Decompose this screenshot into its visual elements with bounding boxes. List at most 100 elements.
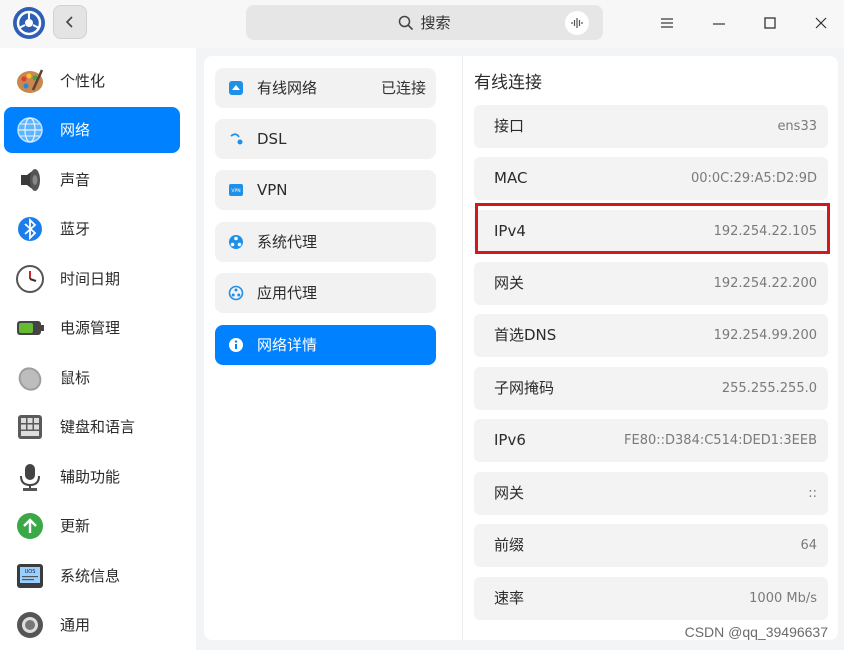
detail-row-netmask: 子网掩码 255.255.255.0 xyxy=(474,367,828,410)
sidebar-item-accessibility[interactable]: 辅助功能 xyxy=(4,454,180,500)
sidebar-item-label: 网络 xyxy=(60,121,91,139)
detail-label: 网关 xyxy=(494,274,525,292)
app-proxy-icon xyxy=(227,284,245,302)
maximize-icon xyxy=(764,17,776,29)
speaker-icon xyxy=(14,164,46,196)
sidebar-item-label: 时间日期 xyxy=(60,270,121,288)
svg-text:UOS: UOS xyxy=(25,569,36,575)
network-item-label: 系统代理 xyxy=(257,233,318,251)
detail-row-ipv4: IPv4 192.254.22.105 xyxy=(474,210,828,253)
close-button[interactable] xyxy=(806,8,836,38)
network-item-label: VPN xyxy=(257,181,288,199)
sidebar-item-label: 通用 xyxy=(60,616,91,634)
detail-value: ens33 xyxy=(777,119,817,134)
menu-icon xyxy=(661,18,673,28)
sidebar-item-sound[interactable]: 声音 xyxy=(4,157,180,203)
sidebar-item-general[interactable]: 通用 xyxy=(4,602,180,648)
detail-value: 192.254.22.105 xyxy=(713,224,817,239)
title-bar: 搜索 xyxy=(0,0,844,48)
detail-row-speed: 速率 1000 Mb/s xyxy=(474,577,828,620)
detail-row-ipv6-gateway: 网关 :: xyxy=(474,472,828,515)
panel-divider xyxy=(462,56,463,640)
detail-row-mac: MAC 00:0C:29:A5:D2:9D xyxy=(474,157,828,200)
sidebar-item-personalization[interactable]: 个性化 xyxy=(4,58,180,104)
system-proxy-icon xyxy=(227,233,245,251)
detail-value: :: xyxy=(808,486,817,501)
sidebar-item-keyboard[interactable]: 键盘和语言 xyxy=(4,404,180,450)
general-circle-icon xyxy=(14,609,46,641)
clock-icon xyxy=(14,263,46,295)
connection-status: 已连接 xyxy=(380,79,426,97)
watermark: CSDN @qq_39496637 xyxy=(684,624,828,640)
main-panel: 有线网络 已连接 DSL VPN VPN 系统代理 应用代理 网络详情 有线连接… xyxy=(204,56,838,640)
menu-button[interactable] xyxy=(652,8,682,38)
sidebar-item-label: 更新 xyxy=(60,517,91,535)
minimize-button[interactable] xyxy=(704,8,734,38)
detail-row-interface: 接口 ens33 xyxy=(474,105,828,148)
detail-label: 接口 xyxy=(494,117,525,135)
detail-label: MAC xyxy=(494,169,528,187)
detail-label: 子网掩码 xyxy=(494,379,555,397)
sidebar-item-label: 键盘和语言 xyxy=(60,418,136,436)
dsl-icon xyxy=(227,130,245,148)
network-item-label: DSL xyxy=(257,130,287,148)
microphone-icon xyxy=(14,461,46,493)
svg-text:VPN: VPN xyxy=(231,188,240,194)
detail-row-primary-dns: 首选DNS 192.254.99.200 xyxy=(474,314,828,357)
detail-value: 192.254.99.200 xyxy=(713,328,817,343)
update-arrow-icon xyxy=(14,510,46,542)
sidebar-item-power[interactable]: 电源管理 xyxy=(4,305,180,351)
palette-icon xyxy=(14,65,46,97)
sidebar-item-label: 个性化 xyxy=(60,72,106,90)
detail-label: IPv4 xyxy=(494,222,526,240)
sidebar-item-label: 声音 xyxy=(60,171,91,189)
bluetooth-icon xyxy=(14,213,46,245)
back-button[interactable] xyxy=(53,5,87,39)
section-title: 有线连接 xyxy=(474,73,542,93)
voice-search-button[interactable] xyxy=(565,11,589,35)
sidebar-item-label: 电源管理 xyxy=(60,319,121,337)
network-item-details[interactable]: 网络详情 xyxy=(215,325,436,365)
sidebar-item-bluetooth[interactable]: 蓝牙 xyxy=(4,206,180,252)
network-item-app-proxy[interactable]: 应用代理 xyxy=(215,273,436,313)
network-item-dsl[interactable]: DSL xyxy=(215,119,436,159)
search-icon xyxy=(399,15,414,30)
detail-label: 速率 xyxy=(494,589,525,607)
detail-row-ipv6: IPv6 FE80::D384:C514:DED1:3EEB xyxy=(474,419,828,462)
maximize-button[interactable] xyxy=(755,8,785,38)
network-item-label: 有线网络 xyxy=(257,79,318,97)
network-item-vpn[interactable]: VPN VPN xyxy=(215,170,436,210)
detail-value: FE80::D384:C514:DED1:3EEB xyxy=(624,433,817,448)
sidebar-item-network[interactable]: 网络 xyxy=(4,107,180,153)
detail-label: 首选DNS xyxy=(494,326,557,344)
network-item-label: 网络详情 xyxy=(257,336,318,354)
keyboard-icon xyxy=(14,411,46,443)
control-center-logo-icon xyxy=(13,7,45,39)
battery-icon xyxy=(14,312,46,344)
detail-value: 255.255.255.0 xyxy=(721,381,817,396)
detail-label: 前缀 xyxy=(494,536,525,554)
sidebar-item-system-info[interactable]: UOS 系统信息 xyxy=(4,553,180,599)
network-item-system-proxy[interactable]: 系统代理 xyxy=(215,222,436,262)
info-icon xyxy=(227,336,245,354)
mouse-icon xyxy=(14,362,46,394)
detail-row-gateway: 网关 192.254.22.200 xyxy=(474,262,828,305)
network-item-wired[interactable]: 有线网络 已连接 xyxy=(215,68,436,108)
sidebar-item-update[interactable]: 更新 xyxy=(4,503,180,549)
sidebar-item-label: 鼠标 xyxy=(60,369,91,387)
network-item-label: 应用代理 xyxy=(257,284,318,302)
sidebar-item-label: 蓝牙 xyxy=(60,220,91,238)
detail-label: 网关 xyxy=(494,484,525,502)
search-input[interactable]: 搜索 xyxy=(246,5,603,40)
sidebar-item-datetime[interactable]: 时间日期 xyxy=(4,256,180,302)
search-placeholder: 搜索 xyxy=(420,14,451,32)
close-icon xyxy=(815,17,827,29)
detail-row-prefix: 前缀 64 xyxy=(474,524,828,567)
sidebar: 个性化 网络 声音 蓝牙 时间日期 电源管理 鼠标 键盘和语言 辅助功能 更新 … xyxy=(0,48,196,650)
uos-monitor-icon: UOS xyxy=(14,560,46,592)
sidebar-item-mouse[interactable]: 鼠标 xyxy=(4,355,180,401)
chevron-left-icon xyxy=(65,16,73,28)
detail-value: 64 xyxy=(800,538,817,553)
sidebar-item-label: 辅助功能 xyxy=(60,468,121,486)
voice-wave-icon xyxy=(571,18,583,28)
